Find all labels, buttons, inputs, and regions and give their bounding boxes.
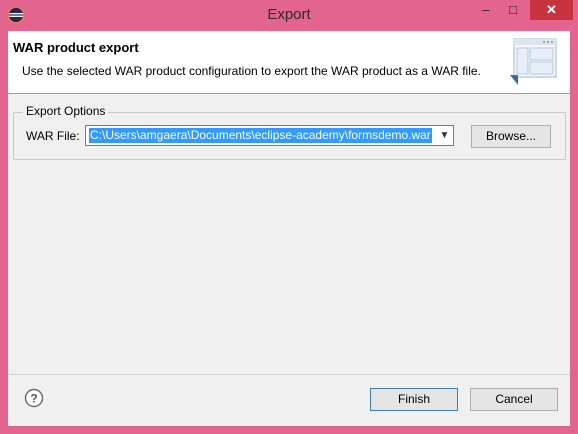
export-dialog: Export – □ ✕ WAR product export Use the … (0, 0, 578, 434)
banner-description: Use the selected WAR product configurati… (22, 64, 481, 78)
dialog-body: WAR product export Use the selected WAR … (8, 31, 570, 426)
title-bar[interactable]: Export – □ ✕ (0, 0, 578, 31)
footer-divider (8, 374, 570, 375)
minimize-button[interactable]: – (473, 0, 499, 20)
war-file-label: WAR File: (26, 129, 80, 143)
banner-title: WAR product export (13, 40, 139, 55)
war-file-path[interactable]: C:\Users\amgaera\Documents\eclipse-acade… (89, 128, 432, 143)
browse-button[interactable]: Browse... (471, 125, 551, 148)
export-options-legend: Export Options (23, 104, 109, 118)
wizard-banner: WAR product export Use the selected WAR … (8, 31, 570, 94)
wizard-banner-icon (510, 38, 557, 85)
cancel-button[interactable]: Cancel (470, 388, 558, 411)
close-button[interactable]: ✕ (530, 0, 573, 20)
finish-button[interactable]: Finish (370, 388, 458, 411)
maximize-button[interactable]: □ (500, 0, 526, 20)
war-file-combo[interactable]: C:\Users\amgaera\Documents\eclipse-acade… (85, 125, 454, 146)
chevron-down-icon[interactable]: ▼ (436, 126, 453, 145)
help-icon[interactable]: ? (24, 388, 44, 408)
svg-text:?: ? (30, 392, 37, 406)
